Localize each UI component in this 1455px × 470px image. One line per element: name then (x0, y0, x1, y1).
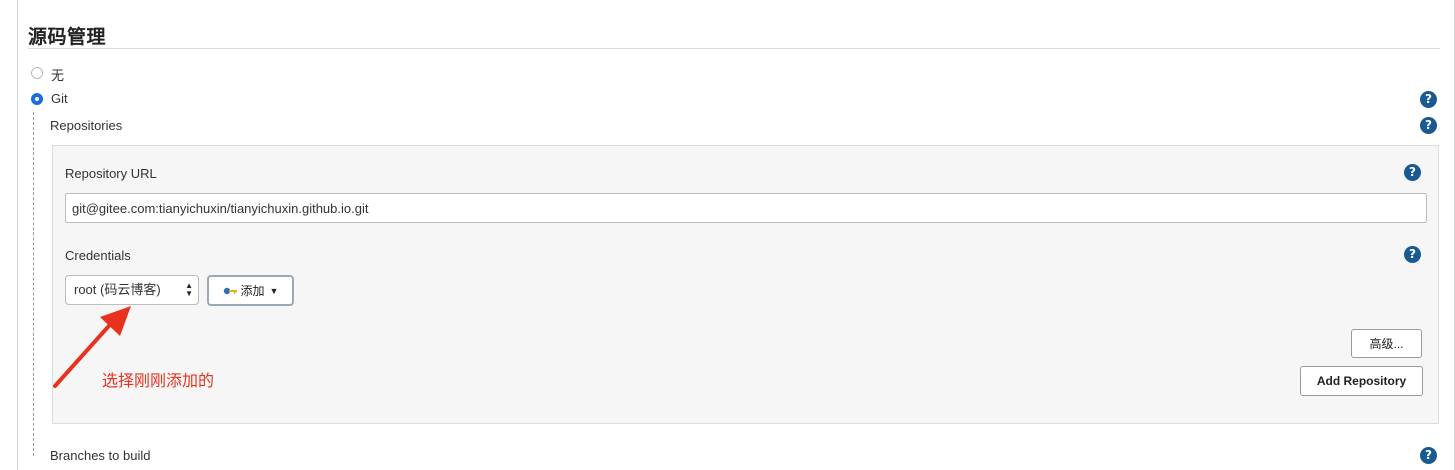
annotation-arrow (53, 306, 131, 388)
annotation-text: 选择刚刚添加的 (102, 371, 215, 390)
